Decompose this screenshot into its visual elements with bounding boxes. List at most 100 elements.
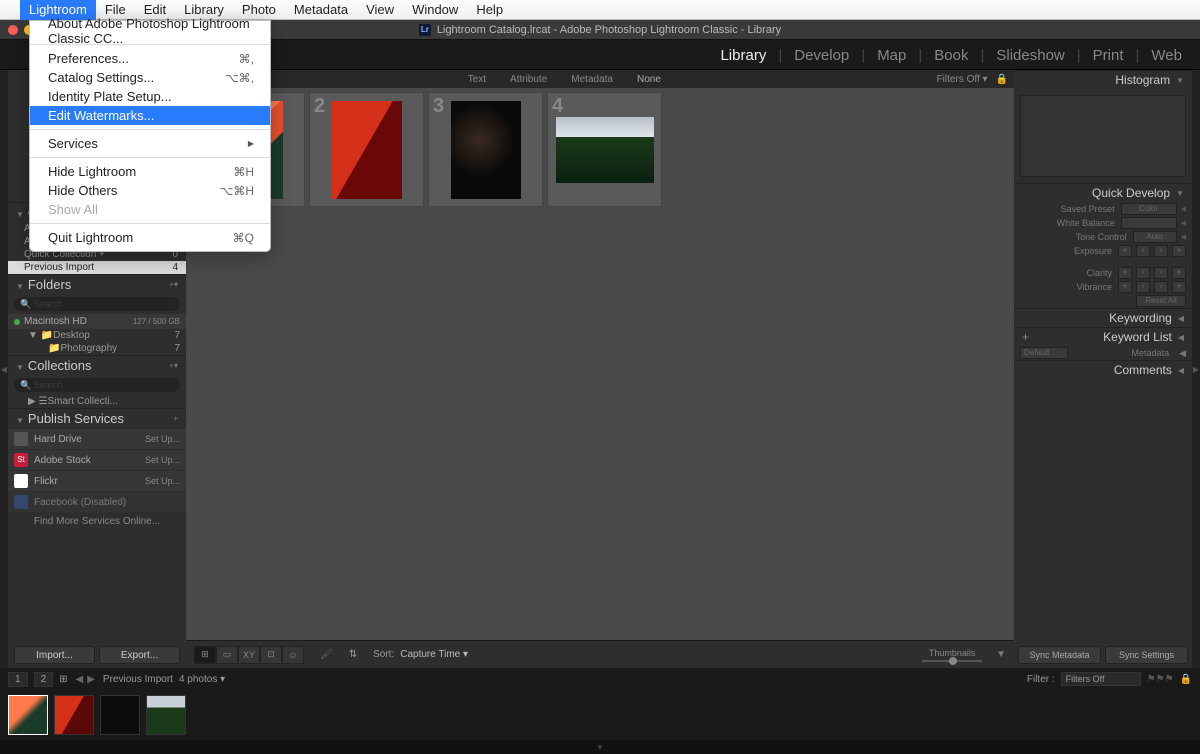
quick-develop-header[interactable]: Quick Develop▼ <box>1014 183 1192 202</box>
sort-value[interactable]: Capture Time ▾ <box>400 649 468 660</box>
main-window-button[interactable]: 1 <box>8 672 28 687</box>
folders-search[interactable]: 🔍 Search <box>14 297 180 311</box>
menu-hide-lightroom[interactable]: Hide Lightroom⌘H <box>30 162 270 181</box>
module-map[interactable]: Map <box>877 47 906 64</box>
collections-panel-header[interactable]: ▼Collections+▾ <box>8 355 186 375</box>
grid-view-button[interactable]: ⊞ <box>194 646 216 664</box>
plus-icon[interactable]: +▾ <box>169 361 178 370</box>
filmstrip-thumbnail[interactable] <box>8 695 48 735</box>
filmstrip-thumbnail[interactable] <box>146 695 186 735</box>
folder-desktop[interactable]: ▼ 📁 Desktop7 <box>8 329 186 342</box>
menu-quit-lightroom[interactable]: Quit Lightroom⌘Q <box>30 228 270 247</box>
second-window-button[interactable]: 2 <box>34 672 54 687</box>
right-panel-collapse[interactable]: ▶ <box>1192 70 1200 668</box>
comments-header[interactable]: Comments◀ <box>1014 360 1192 379</box>
menu-about[interactable]: About Adobe Photoshop Lightroom Classic … <box>30 21 270 40</box>
volume-row[interactable]: Macintosh HD127 / 500 GB <box>8 314 186 329</box>
thumbnail-size-slider[interactable]: Thumbnails <box>922 648 982 662</box>
menu-identity-plate-label: Identity Plate Setup... <box>48 89 172 104</box>
import-button[interactable]: Import... <box>14 646 95 664</box>
lock-icon[interactable]: 🔒 <box>996 74 1008 85</box>
left-panel-collapse[interactable]: ◀ <box>0 70 8 668</box>
sync-metadata-button[interactable]: Sync Metadata <box>1018 646 1101 664</box>
publish-facebook[interactable]: Facebook (Disabled) <box>8 492 186 512</box>
expand-icon[interactable]: ◀ <box>1181 219 1186 227</box>
keyword-list-header[interactable]: +Keyword List◀ <box>1014 327 1192 346</box>
thumbnail[interactable] <box>556 117 654 183</box>
filters-off-preset[interactable]: Filters Off ▾ <box>937 74 988 85</box>
compare-view-button[interactable]: XY <box>238 646 260 664</box>
collections-search[interactable]: 🔍 Search <box>14 378 180 392</box>
module-book[interactable]: Book <box>934 47 968 64</box>
filter-attribute[interactable]: Attribute <box>502 73 555 86</box>
smart-collections[interactable]: ▶ ☰ Smart Collecti... <box>8 395 186 408</box>
publish-hard-drive[interactable]: Hard DriveSet Up... <box>8 429 186 449</box>
publish-panel-header[interactable]: ▼Publish Services+ <box>8 408 186 428</box>
filter-lock-icon[interactable]: 🔒 <box>1180 674 1192 685</box>
grid-cell[interactable]: 4 <box>547 92 662 207</box>
toolbar-menu-icon[interactable]: ▼ <box>996 649 1006 660</box>
menu-hide-others[interactable]: Hide Others⌥⌘H <box>30 181 270 200</box>
plus-icon[interactable]: + <box>173 414 178 423</box>
grid-cell[interactable]: 3 <box>428 92 543 207</box>
grid-icon[interactable]: ⊞ <box>59 674 67 685</box>
menu-edit-watermarks[interactable]: Edit Watermarks... <box>30 106 270 125</box>
filter-text[interactable]: Text <box>460 73 494 86</box>
volume-status-icon <box>14 319 20 325</box>
wb-select[interactable] <box>1121 217 1177 229</box>
menubar-window[interactable]: Window <box>403 0 467 20</box>
filmstrip-collapse[interactable]: ▼ <box>0 740 1200 754</box>
loupe-view-button[interactable]: ▭ <box>216 646 238 664</box>
source-label[interactable]: Previous Import <box>103 674 173 685</box>
filmstrip-thumbnail[interactable] <box>100 695 140 735</box>
menu-services[interactable]: Services <box>30 134 270 153</box>
filter-none[interactable]: None <box>629 73 669 86</box>
saved-preset-select[interactable]: Color <box>1121 203 1177 215</box>
thumbnail[interactable] <box>332 101 402 199</box>
people-view-button[interactable]: ☺ <box>282 646 304 664</box>
reset-all-button[interactable]: Reset All <box>1136 295 1186 307</box>
sort-direction-icon[interactable]: ⇅ <box>349 649 357 660</box>
find-more-services[interactable]: Find More Services Online... <box>8 512 186 531</box>
close-window-button[interactable] <box>8 25 18 35</box>
module-print[interactable]: Print <box>1093 47 1124 64</box>
module-web[interactable]: Web <box>1151 47 1182 64</box>
histogram-header[interactable]: Histogram▼ <box>1014 70 1192 89</box>
filmstrip[interactable] <box>0 690 1200 740</box>
catalog-previous-import[interactable]: Previous Import4 <box>8 261 186 274</box>
publish-adobe-stock[interactable]: StAdobe StockSet Up... <box>8 450 186 470</box>
flag-filter-icon[interactable]: ⚑⚑⚑ <box>1147 674 1174 685</box>
module-library[interactable]: Library <box>720 47 766 64</box>
sync-settings-button[interactable]: Sync Settings <box>1105 646 1188 664</box>
folder-photography[interactable]: 📁 Photography7 <box>8 342 186 355</box>
expand-icon[interactable]: ◀ <box>1181 205 1186 213</box>
plus-icon[interactable]: +▾ <box>169 280 178 289</box>
menubar-metadata[interactable]: Metadata <box>285 0 357 20</box>
plus-icon[interactable]: + <box>1022 330 1029 344</box>
publish-flickr[interactable]: FlickrSet Up... <box>8 471 186 491</box>
metadata-preset-select[interactable]: Default <box>1020 347 1068 359</box>
filter-metadata[interactable]: Metadata <box>563 73 621 86</box>
module-slideshow[interactable]: Slideshow <box>996 47 1064 64</box>
grid-cell[interactable]: 2 <box>309 92 424 207</box>
menu-catalog-settings[interactable]: Catalog Settings...⌥⌘, <box>30 68 270 87</box>
survey-view-button[interactable]: ⊡ <box>260 646 282 664</box>
auto-tone-button[interactable]: Auto <box>1133 231 1177 243</box>
grid-view[interactable]: 1 2 3 4 <box>186 88 1014 640</box>
keywording-header[interactable]: Keywording◀ <box>1014 308 1192 327</box>
menu-preferences[interactable]: Preferences...⌘, <box>30 49 270 68</box>
menu-identity-plate[interactable]: Identity Plate Setup... <box>30 87 270 106</box>
menubar-help[interactable]: Help <box>467 0 512 20</box>
folders-panel-header[interactable]: ▼Folders+▾ <box>8 274 186 294</box>
thumbnail[interactable] <box>451 101 521 199</box>
back-button[interactable]: ◀ <box>74 674 86 685</box>
expand-icon[interactable]: ◀ <box>1181 233 1186 241</box>
filmstrip-thumbnail[interactable] <box>54 695 94 735</box>
forward-button[interactable]: ▶ <box>85 674 97 685</box>
painter-icon[interactable]: 🖌 <box>320 649 333 660</box>
menu-separator <box>30 157 270 158</box>
export-button[interactable]: Export... <box>99 646 180 664</box>
filter-preset-select[interactable]: Filters Off <box>1061 672 1141 686</box>
menubar-view[interactable]: View <box>357 0 403 20</box>
module-develop[interactable]: Develop <box>794 47 849 64</box>
